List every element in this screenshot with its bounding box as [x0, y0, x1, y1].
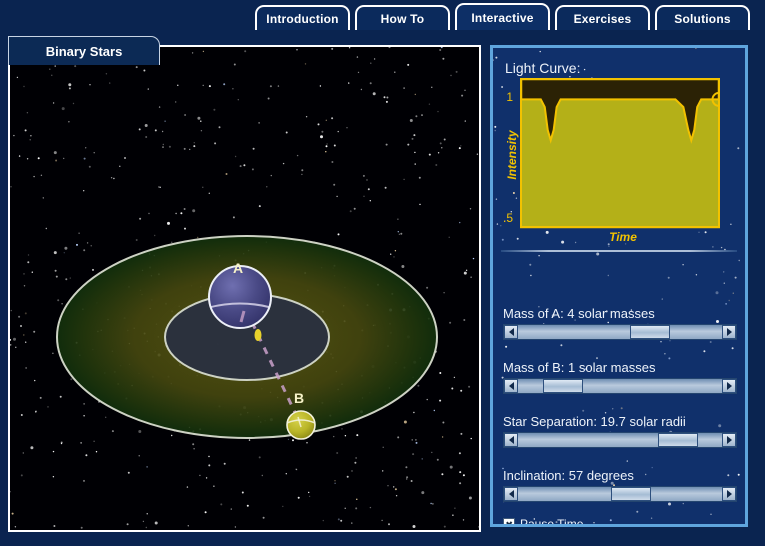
controls-panel: Light Curve: Intensity 1 .5 Time Mass of… [490, 45, 748, 527]
slider-label-mass-of-a: Mass of A: 4 solar masses [503, 306, 655, 321]
slider-thumb-mass-of-b[interactable] [543, 379, 584, 393]
tab-label: Interactive [471, 10, 534, 25]
light-curve-x-axis-label: Time [609, 230, 637, 244]
light-curve-ytick-bottom: .5 [502, 211, 513, 225]
simulation-stage[interactable]: B A [8, 45, 481, 532]
slider-right-arrow-icon[interactable] [722, 325, 736, 339]
center-of-mass-marker [254, 329, 262, 341]
control-mass-of-b: Mass of B: 1 solar masses [503, 360, 737, 394]
slider-mass-of-a[interactable] [503, 324, 737, 340]
tab-label: Exercises [573, 11, 632, 26]
star-b[interactable] [286, 410, 316, 440]
slider-star-separation[interactable] [503, 432, 737, 448]
slider-thumb-mass-of-a[interactable] [630, 325, 671, 339]
tab-how-to[interactable]: How To [355, 5, 450, 30]
control-star-separation: Star Separation: 19.7 solar radii [503, 414, 737, 448]
slider-label-star-separation: Star Separation: 19.7 solar radii [503, 414, 686, 429]
panel-divider [501, 250, 737, 252]
tab-label: Solutions [674, 11, 731, 26]
tab-exercises[interactable]: Exercises [555, 5, 650, 30]
slider-inclination[interactable] [503, 486, 737, 502]
tab-solutions[interactable]: Solutions [655, 5, 750, 30]
panel-title-tab: Binary Stars [8, 36, 160, 65]
slider-right-arrow-icon[interactable] [722, 433, 736, 447]
slider-right-arrow-icon[interactable] [722, 487, 736, 501]
tab-bar: Introduction How To Interactive Exercises So… [0, 0, 765, 30]
light-curve-title: Light Curve: [505, 60, 581, 76]
checkbox-label-pause-time: Pause Time [520, 517, 584, 527]
slider-label-inclination: Inclination: 57 degrees [503, 468, 634, 483]
slider-left-arrow-icon[interactable] [504, 433, 518, 447]
light-curve-ytick-top: 1 [506, 90, 513, 104]
tab-interactive[interactable]: Interactive [455, 3, 550, 30]
slider-label-mass-of-b: Mass of B: 1 solar masses [503, 360, 656, 375]
slider-left-arrow-icon[interactable] [504, 487, 518, 501]
slider-mass-of-b[interactable] [503, 378, 737, 394]
slider-right-arrow-icon[interactable] [722, 379, 736, 393]
slider-left-arrow-icon[interactable] [504, 379, 518, 393]
panel-title-label: Binary Stars [45, 43, 123, 59]
tab-label: Introduction [266, 11, 339, 26]
slider-left-arrow-icon[interactable] [504, 325, 518, 339]
light-curve-plot[interactable] [520, 78, 720, 238]
light-curve-y-axis-label: Intensity [505, 130, 519, 180]
tab-label: How To [380, 11, 425, 26]
checkbox-pause-time[interactable] [503, 518, 515, 524]
slider-thumb-inclination[interactable] [610, 487, 651, 501]
star-b-label: B [294, 390, 304, 406]
control-inclination: Inclination: 57 degrees [503, 468, 737, 502]
checkbox-row-pause-time[interactable]: Pause Time [503, 517, 584, 527]
star-a-label: A [233, 260, 243, 276]
tab-introduction[interactable]: Introduction [255, 5, 350, 30]
binary-star-canvas[interactable]: B A [10, 47, 479, 530]
control-mass-of-a: Mass of A: 4 solar masses [503, 306, 737, 340]
slider-thumb-star-separation[interactable] [658, 433, 699, 447]
